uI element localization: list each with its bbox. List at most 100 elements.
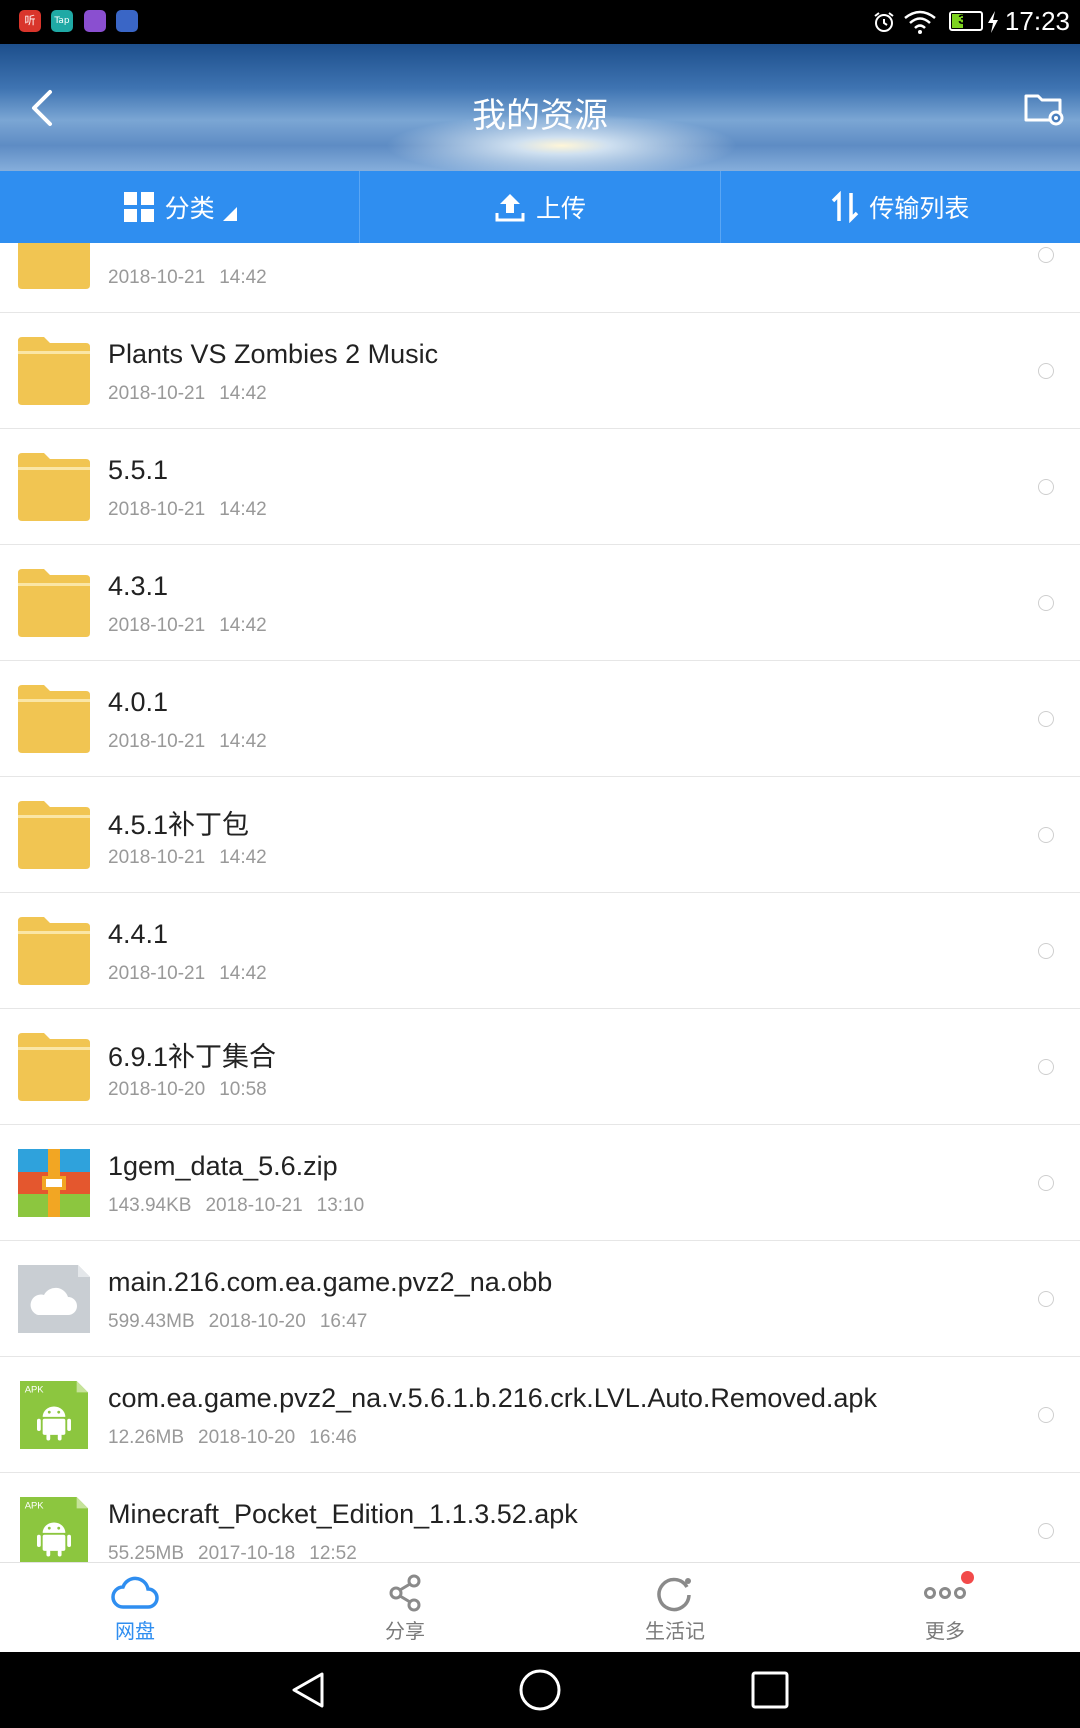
file-size: 599.43MB [108, 1311, 195, 1332]
system-home-icon[interactable] [518, 1668, 562, 1712]
select-radio[interactable] [1038, 1175, 1054, 1191]
cloud-icon [111, 1576, 159, 1609]
file-time: 14:42 [219, 615, 267, 636]
folder-icon [18, 337, 90, 405]
folder-icon [18, 801, 90, 869]
tab-transfer-list[interactable]: 传输列表 [719, 171, 1080, 243]
file-name: 1gem_data_5.6.zip [108, 1151, 338, 1181]
select-radio[interactable] [1038, 479, 1054, 495]
share-icon [389, 1574, 421, 1612]
file-name: 6.9.1补丁集合 [108, 1042, 277, 1072]
select-radio[interactable] [1038, 1059, 1054, 1075]
tab-upload-label: 上传 [535, 194, 586, 223]
select-radio[interactable] [1038, 827, 1054, 843]
refresh-icon [657, 1577, 691, 1612]
folder-icon [18, 243, 90, 289]
file-meta: 2018-10-21 14:42 [108, 963, 267, 985]
nav-more[interactable]: 更多 [810, 1563, 1080, 1653]
status-time: 17:23 [1004, 6, 1070, 36]
upload-icon [495, 194, 525, 222]
file-time: 16:47 [319, 1311, 368, 1332]
nav-netdisk[interactable]: 网盘 [0, 1563, 270, 1653]
select-radio[interactable] [1038, 1523, 1054, 1539]
select-radio[interactable] [1038, 247, 1054, 263]
file-meta: 2018-10-21 14:42 [108, 847, 267, 869]
file-size: 55.25MB [108, 1543, 185, 1562]
file-name: Plants VS Zombies 2 Music [108, 339, 439, 369]
file-row[interactable]: APK Minecraft_Pocket_Edition_1.1.3.52.apk… [0, 1473, 1080, 1562]
file-row[interactable]: main.216.com.ea.game.pvz2_na.obb 599.43MB… [0, 1241, 1080, 1357]
file-list: 2018-10-21 14:42 Plants VS Zombies 2 Music… [0, 243, 1080, 1562]
page-title: 我的资源 [472, 96, 608, 136]
select-radio[interactable] [1038, 1291, 1054, 1307]
system-recents-icon[interactable] [750, 1670, 790, 1710]
apk-file-icon: APK [20, 1381, 88, 1449]
file-meta: 2018-10-21 14:42 [108, 499, 267, 521]
folder-icon [18, 685, 90, 753]
file-name: 4.0.1 [108, 687, 169, 717]
status-app-icon-3 [84, 10, 106, 32]
file-name: main.216.com.ea.game.pvz2_na.obb [108, 1267, 553, 1297]
folder-icon [18, 453, 90, 521]
file-row[interactable]: 5.5.1 2018-10-21 14:42 [0, 429, 1080, 545]
file-name: com.ea.game.pvz2_na.v.5.6.1.b.216.crk.LV… [108, 1383, 877, 1413]
svg-text:APK: APK [25, 1500, 45, 1511]
folder-settings-icon[interactable] [1022, 86, 1066, 130]
select-radio[interactable] [1038, 943, 1054, 959]
file-name: 4.4.1 [108, 919, 169, 949]
file-row[interactable]: 1gem_data_5.6.zip 143.94KB 2018-10-21 13:10 [0, 1125, 1080, 1241]
file-row[interactable]: 2018-10-21 14:42 [0, 243, 1080, 313]
file-row[interactable]: 4.3.1 2018-10-21 14:42 [0, 545, 1080, 661]
file-meta: 55.25MB 2017-10-18 12:52 [108, 1543, 357, 1562]
select-radio[interactable] [1038, 595, 1054, 611]
nav-life-notes-label: 生活记 [645, 1619, 705, 1643]
file-meta: 2018-10-21 14:42 [108, 615, 267, 637]
file-time: 14:42 [219, 963, 267, 984]
select-radio[interactable] [1038, 363, 1054, 379]
file-date: 2018-10-20 [108, 1079, 206, 1100]
charging-icon [988, 11, 998, 33]
file-meta: 143.94KB 2018-10-21 13:10 [108, 1195, 364, 1217]
file-name: 4.5.1补丁包 [108, 810, 250, 840]
zip-archive-icon [18, 1149, 90, 1217]
file-date: 2017-10-18 [198, 1543, 296, 1562]
grid-icon [123, 192, 154, 222]
tab-upload[interactable]: 上传 [359, 171, 719, 243]
file-row[interactable]: 4.4.1 2018-10-21 14:42 [0, 893, 1080, 1009]
folder-icon [18, 569, 90, 637]
file-row[interactable]: 4.5.1补丁包 2018-10-21 14:42 [0, 777, 1080, 893]
file-size: 12.26MB [108, 1427, 185, 1448]
tab-transfer-label: 传输列表 [869, 194, 970, 223]
file-date: 2018-10-21 [108, 615, 206, 636]
file-date: 2018-10-21 [108, 499, 206, 520]
select-radio[interactable] [1038, 1407, 1054, 1423]
system-back-icon[interactable] [288, 1670, 328, 1710]
nav-life-notes[interactable]: 生活记 [540, 1563, 810, 1653]
file-date: 2018-10-21 [108, 847, 206, 868]
folder-icon [18, 917, 90, 985]
file-time: 14:42 [219, 383, 267, 404]
file-row[interactable]: Plants VS Zombies 2 Music 2018-10-21 14:42 [0, 313, 1080, 429]
apk-file-icon: APK [20, 1497, 88, 1562]
nav-share[interactable]: 分享 [270, 1563, 540, 1653]
file-name: 5.5.1 [108, 455, 169, 485]
select-radio[interactable] [1038, 711, 1054, 727]
file-row[interactable]: 4.0.1 2018-10-21 14:42 [0, 661, 1080, 777]
file-date: 2018-10-21 [108, 963, 206, 984]
tab-category[interactable]: 分类 [0, 171, 359, 243]
folder-icon [18, 1033, 90, 1101]
file-time: 14:42 [219, 499, 267, 520]
status-bar: 听 Tap 37 17:23 [0, 0, 1080, 44]
unknown-file-icon [18, 1265, 90, 1333]
file-date: 2018-10-21 [205, 1195, 303, 1216]
tab-category-label: 分类 [164, 194, 215, 223]
file-date: 2018-10-21 [108, 383, 206, 404]
file-meta: 12.26MB 2018-10-20 16:46 [108, 1427, 357, 1449]
file-row[interactable]: 6.9.1补丁集合 2018-10-20 10:58 [0, 1009, 1080, 1125]
file-row[interactable]: APK com.ea.game.pvz2_na.v.5.6.1.b.216.crk… [0, 1357, 1080, 1473]
file-meta: 2018-10-21 14:42 [108, 383, 267, 405]
file-name: Minecraft_Pocket_Edition_1.1.3.52.apk [108, 1499, 578, 1529]
system-nav-bar [0, 1652, 1080, 1728]
file-time: 14:42 [219, 267, 267, 288]
file-date: 2018-10-20 [198, 1427, 296, 1448]
